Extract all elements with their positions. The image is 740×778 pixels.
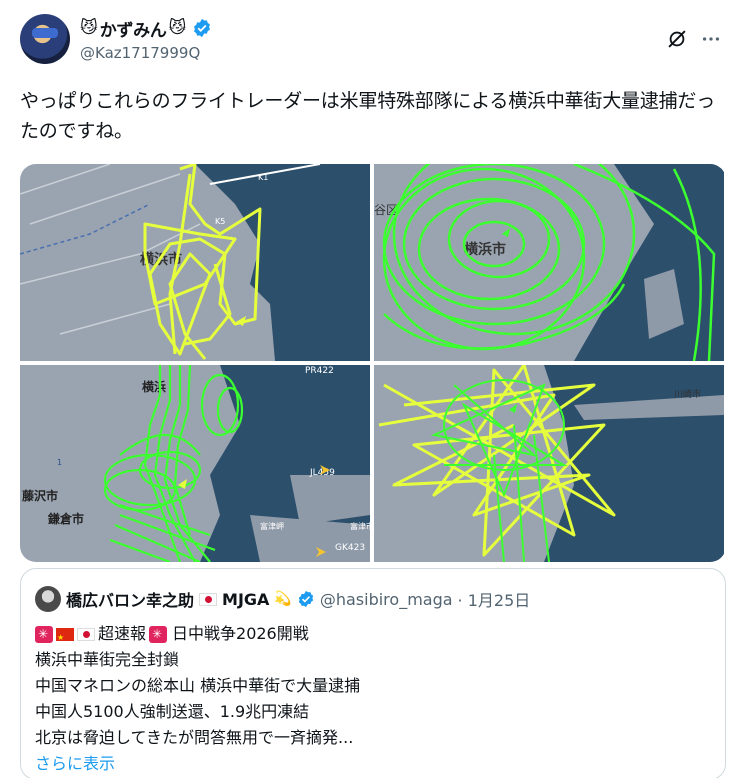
flight-map-image-3[interactable]: PR422 横浜 JL459 GK423 藤沢市 鎌倉市 富津岬 富津市 1 [20, 365, 370, 562]
quote-line: 北京は脅迫してきたが問答無用で一斉摘発... [35, 728, 354, 747]
quote-date[interactable]: · 1月25日 [458, 587, 531, 611]
siren-icon [35, 625, 53, 643]
quote-line: 中国マネロンの総本山 横浜中華街で大量逮捕 [35, 676, 361, 695]
quote-handle[interactable]: @hasibiro_maga [320, 590, 453, 609]
quoted-tweet-card[interactable]: 橋広バロン幸之助 MJGA 💫 @hasibiro_maga · 1月25日 超… [20, 568, 726, 778]
map-label: K1 [258, 173, 268, 182]
map-label: K5 [215, 217, 225, 226]
quote-body: 超速報 日中戦争2026開戦 横浜中華街完全封鎖 中国マネロンの総本山 横浜中華… [35, 621, 715, 777]
quote-author-avatar[interactable] [35, 586, 61, 612]
quote-header: 橋広バロン幸之助 MJGA 💫 @hasibiro_maga · 1月25日 [35, 586, 531, 612]
tweet-text: やっぱりこれらのフライトレーダーは米軍特殊部隊による横浜中華街大量逮捕だったので… [20, 90, 716, 142]
media-grid: K1 K5 横浜市 谷区 横浜市 PR422 横浜 GK423 藤沢市 鎌倉市 … [20, 164, 726, 562]
quote-line: 横浜中華街完全封鎖 [35, 650, 180, 669]
japan-flag-icon [77, 627, 95, 641]
quote-badge-text: MJGA [222, 589, 270, 609]
map-label: 藤沢市 [21, 488, 58, 503]
map-label: 富津岬 [260, 521, 284, 531]
quote-line-text: 日中戦争2026開戦 [172, 624, 309, 643]
map-label: 富津市 [350, 521, 370, 531]
japan-flag-icon [199, 592, 218, 606]
quote-line: 中国人5100人強制送還、1.9兆円凍結 [35, 702, 310, 721]
siren-icon [149, 625, 168, 643]
map-label: 横浜市 [464, 241, 506, 258]
map-label: 横浜 [142, 379, 166, 394]
cat-emoji-left: 😼 [80, 18, 98, 38]
map-label: 鎌倉市 [47, 511, 84, 526]
map-label: GK423 [335, 543, 365, 553]
cat-emoji-right: 😼 [168, 18, 187, 38]
verified-badge-icon [194, 18, 211, 38]
tweet-header: 😼 かずみん 😼 @Kaz1717999Q [20, 14, 724, 66]
map-label: 1 [57, 458, 62, 467]
author-name-row[interactable]: 😼 かずみん 😼 [80, 16, 212, 41]
quote-line: 超速報 日中戦争2026開戦 [35, 621, 715, 651]
flight-map-image-1[interactable]: K1 K5 横浜市 [20, 164, 370, 361]
flight-map-image-2[interactable]: 谷区 横浜市 [374, 164, 724, 361]
show-more-link[interactable]: さらに表示 [35, 751, 715, 777]
quote-display-name[interactable]: 橋広バロン幸之助 [66, 587, 194, 611]
map-label: 川崎市 [674, 388, 701, 400]
china-flag-icon [56, 625, 74, 651]
more-icon[interactable] [700, 28, 722, 50]
grok-icon[interactable] [666, 28, 688, 50]
author-handle[interactable]: @Kaz1717999Q [80, 44, 200, 62]
author-avatar[interactable] [20, 14, 70, 64]
author-display-name[interactable]: かずみん [100, 16, 167, 41]
map-label: PR422 [305, 366, 334, 376]
verified-badge-icon [298, 590, 314, 608]
sparkle-star-icon: 💫 [274, 591, 292, 607]
flight-map-image-4[interactable]: 川崎市 [374, 365, 724, 562]
quote-line-text: 超速報 [98, 624, 147, 643]
